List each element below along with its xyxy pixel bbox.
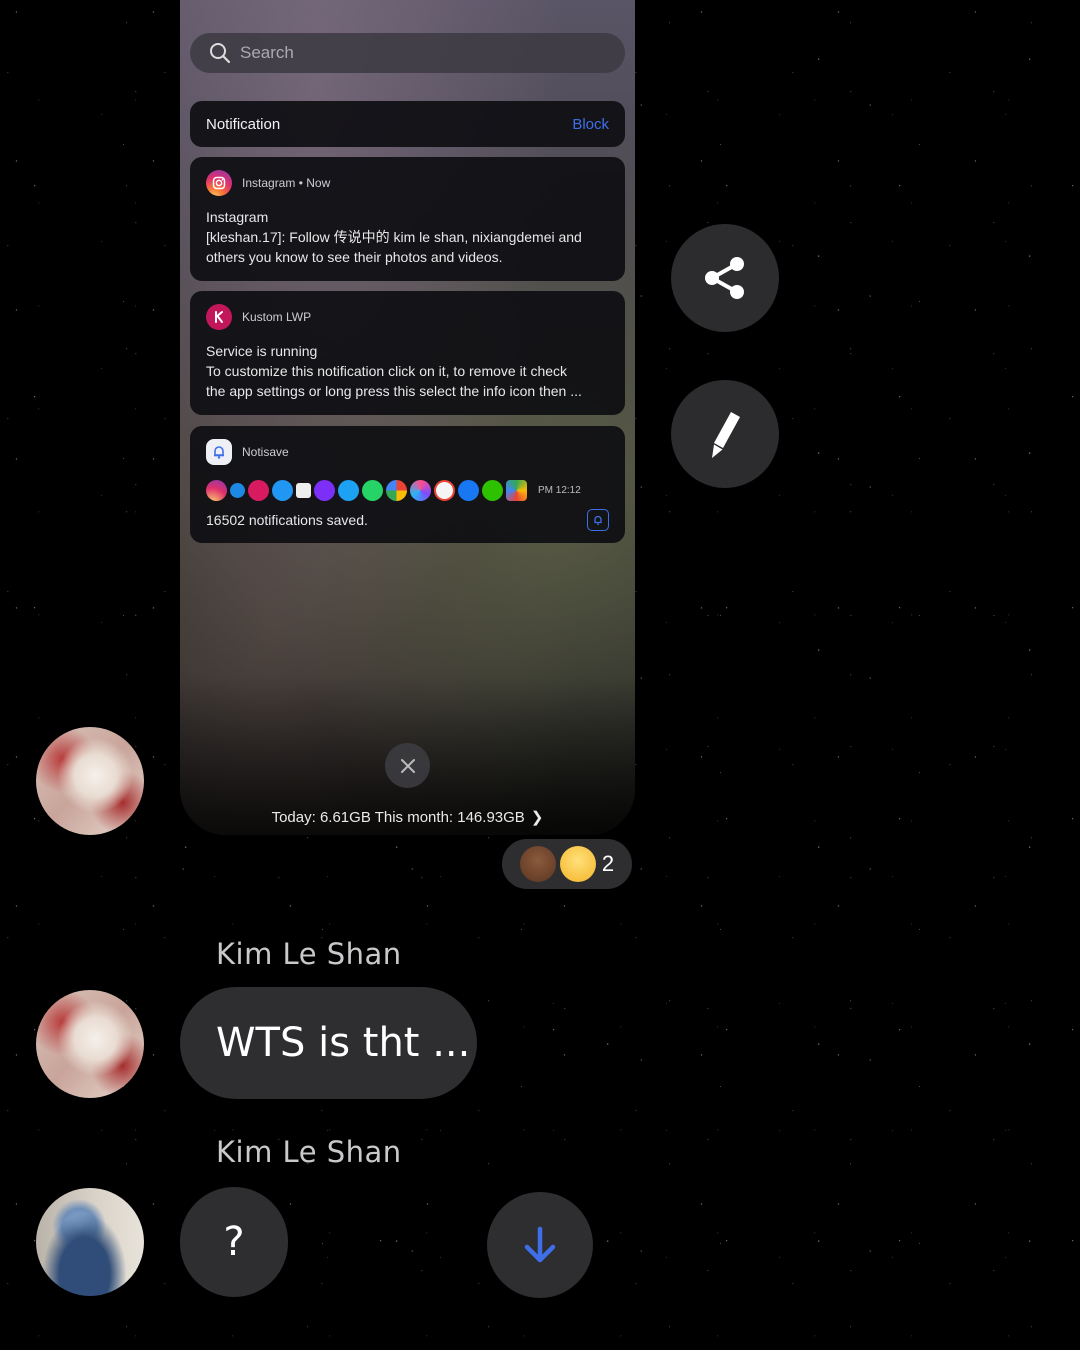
pencil-icon bbox=[712, 412, 740, 458]
notification-text: To customize this notification click on … bbox=[206, 363, 568, 379]
close-icon bbox=[400, 758, 415, 773]
search-icon bbox=[210, 43, 231, 64]
bell-icon bbox=[594, 515, 602, 526]
scroll-to-bottom-button[interactable] bbox=[487, 1192, 593, 1298]
wechat-icon bbox=[482, 480, 503, 501]
app-header: Kustom LWP bbox=[242, 310, 312, 324]
notisave-bell-icon bbox=[206, 439, 232, 465]
notification-text: the app settings or long press this sele… bbox=[206, 383, 582, 399]
reaction-count: 2 bbox=[601, 851, 615, 876]
app-icon bbox=[314, 480, 335, 501]
avatar[interactable] bbox=[36, 1188, 144, 1296]
google-icon bbox=[386, 480, 407, 501]
app-header: Notisave bbox=[242, 445, 289, 459]
instagram-icon bbox=[206, 480, 227, 501]
notification-card-instagram[interactable]: Instagram • Now Instagram [kleshan.17]: … bbox=[190, 157, 625, 281]
notification-card-notisave[interactable]: Notisave PM 12:12 16502 notifications sa… bbox=[190, 426, 625, 543]
share-icon bbox=[705, 257, 744, 299]
notification-card-kustom[interactable]: Kustom LWP Service is running To customi… bbox=[190, 291, 625, 415]
close-button[interactable] bbox=[385, 743, 430, 788]
saved-app-icons: PM 12:12 bbox=[206, 480, 609, 501]
data-usage-text: Today: 6.61GB This month: 146.93GB ❯ bbox=[180, 808, 635, 826]
search-placeholder: Search bbox=[240, 43, 294, 62]
data-usage-value: Today: 6.61GB This month: 146.93GB bbox=[271, 809, 525, 826]
notification-text: [kleshan.17]: Follow 传说中的 kim le shan, n… bbox=[206, 229, 582, 245]
notification-header: Notification Block bbox=[190, 101, 625, 147]
message-bubble[interactable]: WTS is tht ... bbox=[180, 987, 477, 1099]
avatar[interactable] bbox=[36, 727, 144, 835]
sad-relieved-face-emoji bbox=[559, 846, 596, 882]
search-bar[interactable]: Search bbox=[190, 33, 625, 73]
edit-button[interactable] bbox=[671, 380, 779, 488]
sender-name: Kim Le Shan bbox=[216, 1135, 402, 1169]
app-header: Instagram • Now bbox=[242, 176, 331, 190]
shared-screenshot[interactable]: Search Notification Block Instagram • No… bbox=[180, 0, 635, 835]
share-button[interactable] bbox=[671, 224, 779, 332]
notification-title: Instagram bbox=[206, 209, 269, 225]
reactions-pill[interactable]: 2 bbox=[499, 836, 635, 892]
instagram-icon bbox=[206, 170, 232, 196]
block-button[interactable]: Block bbox=[572, 116, 609, 133]
sender-name: Kim Le Shan bbox=[216, 937, 402, 971]
facebook-icon bbox=[458, 480, 479, 501]
chevron-right-icon: ❯ bbox=[530, 809, 544, 826]
app-icon bbox=[230, 483, 245, 498]
app-icon bbox=[410, 480, 431, 501]
saved-count-text: 16502 notifications saved. bbox=[206, 512, 368, 528]
notification-title: Service is running bbox=[206, 343, 318, 359]
twitter-icon bbox=[338, 480, 359, 501]
gmail-icon bbox=[434, 480, 455, 501]
screaming-face-emoji bbox=[519, 846, 556, 882]
arrow-down-icon bbox=[524, 1226, 556, 1263]
notification-text: others you know to see their photos and … bbox=[206, 249, 503, 265]
mail-icon bbox=[296, 483, 311, 498]
app-icon bbox=[248, 480, 269, 501]
kustom-icon bbox=[206, 304, 232, 330]
message-bubble[interactable]: ? bbox=[180, 1187, 288, 1297]
notification-time: PM 12:12 bbox=[538, 485, 581, 496]
avatar[interactable] bbox=[36, 990, 144, 1098]
messenger-icon bbox=[272, 480, 293, 501]
notification-title: Notification bbox=[206, 115, 281, 133]
whatsapp-icon bbox=[362, 480, 383, 501]
notification-bell-button[interactable] bbox=[587, 509, 609, 531]
app-icon bbox=[506, 480, 527, 501]
